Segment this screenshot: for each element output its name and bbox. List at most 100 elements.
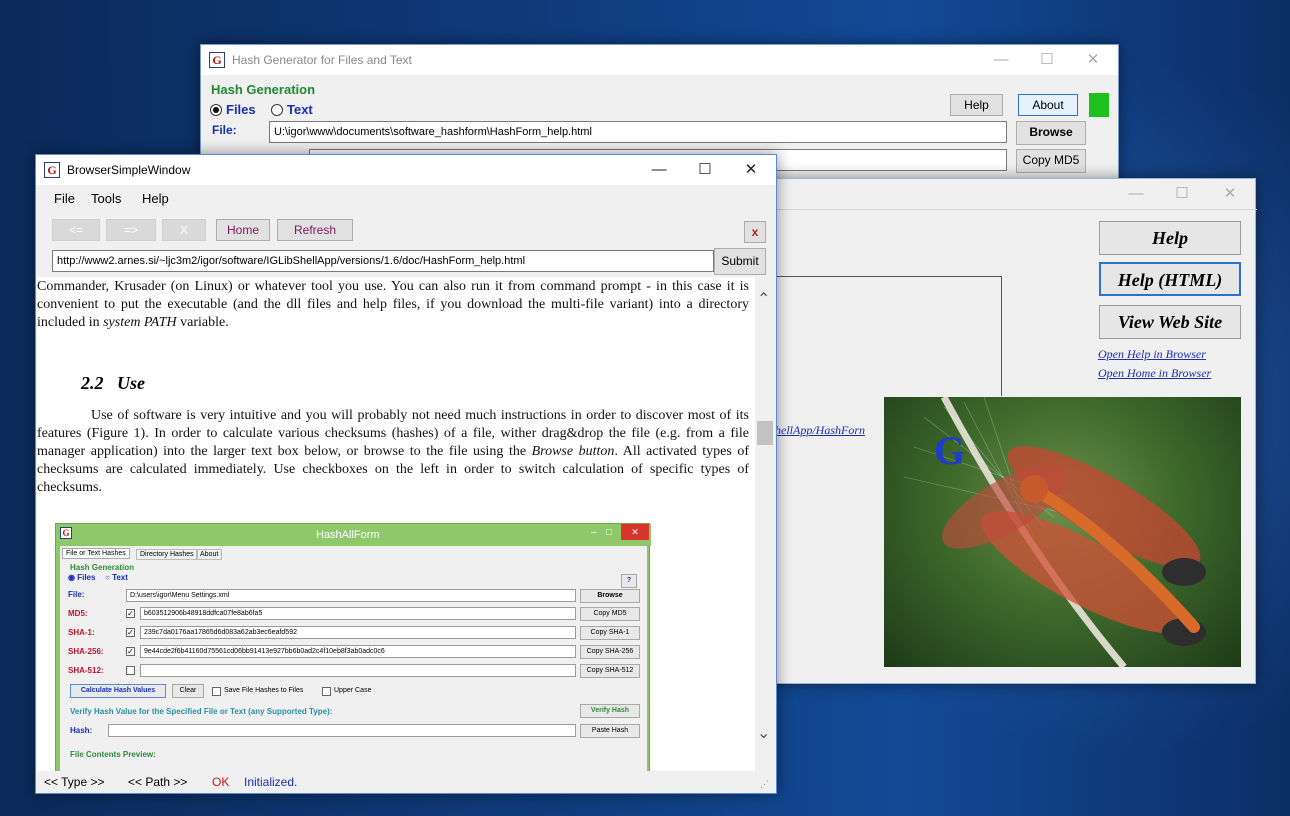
url-input[interactable]: http://www2.arnes.si/~ljc3m2/igor/softwa… bbox=[52, 250, 714, 272]
help-maximize-icon[interactable]: ☐ bbox=[1159, 179, 1205, 209]
status-indicator bbox=[1089, 93, 1109, 117]
refresh-button[interactable]: Refresh bbox=[277, 219, 353, 241]
browser-maximize-icon[interactable]: ☐ bbox=[682, 155, 728, 185]
browser-app-icon: G bbox=[44, 162, 60, 178]
figure-text-radio: ○ Text bbox=[105, 573, 128, 582]
figure-tab-about: About bbox=[196, 549, 223, 560]
files-radio-dot bbox=[210, 104, 222, 116]
browser-window: G BrowserSimpleWindow — ☐ ✕ File Tools H… bbox=[35, 154, 777, 794]
file-label: File: bbox=[212, 123, 237, 137]
file-path-field[interactable]: U:\igor\www\documents\software_hashform\… bbox=[269, 121, 1007, 143]
figure-tab-file-or-text: File or Text Hashes bbox=[62, 548, 130, 559]
figure-upper-check bbox=[322, 687, 331, 696]
doc-paragraph-1-tail: variable. bbox=[176, 315, 229, 330]
help-html-button[interactable]: Help (HTML) bbox=[1099, 262, 1241, 296]
scroll-up-icon[interactable]: ⌃ bbox=[757, 289, 770, 309]
document-scrollbar[interactable]: ⌃ ⌄ bbox=[755, 277, 775, 771]
scroll-thumb[interactable] bbox=[757, 421, 773, 445]
doc-paragraph-1: Commander, Krusader (on Linux) or whatev… bbox=[37, 278, 749, 332]
hash-generation-label: Hash Generation bbox=[211, 82, 316, 97]
back-button[interactable]: <= bbox=[52, 219, 100, 241]
forward-button[interactable]: => bbox=[106, 219, 156, 241]
figure-calculate-button: Calculate Hash Values bbox=[70, 684, 166, 698]
browse-button[interactable]: Browse bbox=[1016, 121, 1086, 145]
status-message: Initialized. bbox=[244, 775, 298, 789]
figure-title: HashAllForm bbox=[316, 529, 380, 541]
figure-clear-button: Clear bbox=[172, 684, 204, 698]
menu-help[interactable]: Help bbox=[142, 191, 169, 206]
close-page-button[interactable]: x bbox=[744, 221, 766, 243]
stop-button[interactable]: X bbox=[162, 219, 206, 241]
open-help-in-browser-link[interactable]: Open Help in Browser bbox=[1098, 347, 1206, 362]
figure-md5-field: b603512906b48918ddfca07fe8ab6fa5 bbox=[140, 607, 576, 620]
figure-verify-label: Verify Hash Value for the Specified File… bbox=[70, 707, 333, 716]
help-close-icon[interactable]: ✕ bbox=[1207, 179, 1253, 209]
doc-paragraph-1-emph: system PATH bbox=[103, 315, 177, 330]
maximize-icon[interactable]: ☐ bbox=[1024, 45, 1070, 75]
figure-copy-sha512-button: Copy SHA-512 bbox=[580, 664, 640, 678]
status-ok: OK bbox=[212, 775, 230, 789]
status-bar: << Type >> << Path >> OK Initialized. ⋰ bbox=[36, 771, 776, 793]
dragonfly-image: G bbox=[884, 397, 1241, 667]
figure-hashallform: G HashAllForm – □ ✕ File or Text Hashes … bbox=[55, 523, 651, 771]
help-partial-link[interactable]: hellApp/HashForn bbox=[775, 423, 865, 438]
menu-bar: File Tools Help bbox=[36, 187, 776, 209]
figure-save-label: Save File Hashes to Files bbox=[224, 687, 304, 694]
browser-window-title: BrowserSimpleWindow bbox=[67, 163, 191, 177]
figure-help-button: ? bbox=[621, 574, 637, 588]
figure-minimize-icon: – bbox=[591, 527, 597, 538]
figure-md5-label: MD5: bbox=[68, 609, 88, 618]
doc-paragraph-2: Use of software is very intuitive and yo… bbox=[37, 407, 749, 497]
figure-sha256-check: ✓ bbox=[126, 647, 135, 656]
menu-file[interactable]: File bbox=[54, 191, 75, 206]
menu-tools[interactable]: Tools bbox=[91, 191, 121, 206]
help-button[interactable]: Help bbox=[950, 94, 1003, 116]
figure-copy-md5-button: Copy MD5 bbox=[580, 607, 640, 621]
view-web-site-button[interactable]: View Web Site bbox=[1099, 305, 1241, 339]
document-view[interactable]: Commander, Krusader (on Linux) or whatev… bbox=[37, 277, 755, 771]
figure-sha1-check: ✓ bbox=[126, 628, 135, 637]
help-big-button[interactable]: Help bbox=[1099, 221, 1241, 255]
browser-minimize-icon[interactable]: — bbox=[636, 155, 682, 185]
close-icon[interactable]: ✕ bbox=[1070, 45, 1116, 75]
minimize-icon[interactable]: — bbox=[978, 45, 1024, 75]
home-button[interactable]: Home bbox=[216, 219, 270, 241]
about-button[interactable]: About bbox=[1018, 94, 1078, 116]
figure-hash-field bbox=[108, 724, 576, 737]
figure-sha512-label: SHA-512: bbox=[68, 666, 104, 675]
app-logo-icon: G bbox=[209, 52, 225, 68]
figure-text-label: Text bbox=[112, 573, 128, 582]
text-radio[interactable]: Text bbox=[271, 102, 313, 117]
doc-paragraph-2-emph: Browse button bbox=[531, 444, 615, 459]
figure-app-icon: G bbox=[60, 527, 72, 539]
help-divider-top bbox=[761, 209, 1257, 210]
text-radio-dot bbox=[271, 104, 283, 116]
figure-copy-sha1-button: Copy SHA-1 bbox=[580, 626, 640, 640]
scroll-down-icon[interactable]: ⌄ bbox=[757, 723, 770, 743]
figure-close-icon: ✕ bbox=[621, 524, 649, 540]
figure-upper-label: Upper Case bbox=[334, 687, 372, 694]
ig-logo-overlay: G bbox=[934, 428, 966, 473]
figure-files-label: Files bbox=[77, 573, 96, 582]
figure-save-check bbox=[212, 687, 221, 696]
open-home-in-browser-link[interactable]: Open Home in Browser bbox=[1098, 366, 1211, 381]
submit-button[interactable]: Submit bbox=[714, 248, 766, 275]
help-frame-line-vertical bbox=[1001, 276, 1002, 396]
resize-grip-icon[interactable]: ⋰ bbox=[760, 773, 769, 795]
copy-md5-button[interactable]: Copy MD5 bbox=[1016, 149, 1086, 173]
figure-md5-check: ✓ bbox=[126, 609, 135, 618]
figure-sha1-label: SHA-1: bbox=[68, 628, 95, 637]
figure-verify-button: Verify Hash bbox=[580, 704, 640, 718]
figure-copy-sha256-button: Copy SHA-256 bbox=[580, 645, 640, 659]
files-radio-label: Files bbox=[226, 102, 256, 117]
text-radio-label: Text bbox=[287, 102, 313, 117]
help-minimize-icon[interactable]: — bbox=[1113, 179, 1159, 209]
figure-sha1-field: 239c7da0176aa17865d6d083a62ab3ec6eafd592 bbox=[140, 626, 576, 639]
figure-maximize-icon: □ bbox=[606, 527, 613, 538]
browser-close-icon[interactable]: ✕ bbox=[728, 155, 774, 185]
doc-heading-use: 2.2 Use bbox=[81, 373, 145, 393]
figure-browse-button: Browse bbox=[580, 589, 640, 603]
figure-sha512-field bbox=[140, 664, 576, 677]
status-path: << Path >> bbox=[128, 775, 188, 789]
files-radio[interactable]: Files bbox=[210, 102, 256, 117]
